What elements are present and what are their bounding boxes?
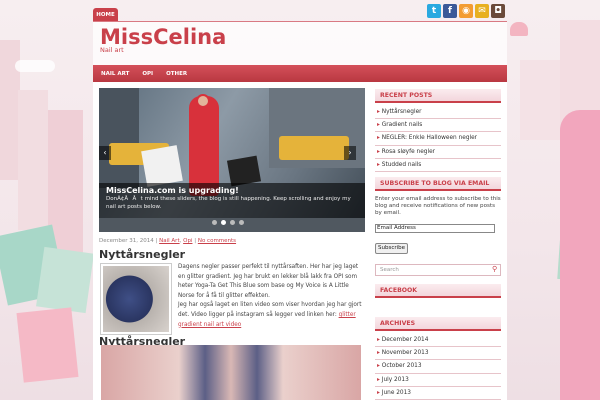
post-image[interactable]: [101, 345, 361, 400]
twitter-icon[interactable]: t: [427, 4, 441, 18]
slider-dot[interactable]: [239, 220, 244, 225]
slider-dot[interactable]: [221, 220, 226, 225]
background-shopping-bag: [16, 307, 79, 383]
camera-icon[interactable]: ◘: [491, 4, 505, 18]
nav-item-opi[interactable]: OPI: [142, 71, 153, 77]
archives-list: December 2014 November 2013 October 2013…: [375, 334, 501, 400]
background-building: [520, 60, 560, 140]
slider-dots: [212, 220, 244, 225]
background-illustration-woman: [560, 110, 600, 400]
slider-caption: MissCelina.com is upgrading! DonÃ¢ÂÂt …: [99, 183, 365, 218]
search-icon[interactable]: ⚲: [492, 265, 497, 273]
search-input[interactable]: Search: [375, 264, 501, 276]
background-heart: [510, 22, 528, 36]
sidebar-heading-archives: ARCHIVES: [375, 317, 501, 331]
nav-item-nail-art[interactable]: NAIL ART: [101, 71, 129, 77]
background-shopping-bag: [36, 246, 94, 314]
post-excerpt: Dagens negler passer perfekt til nyttårs…: [178, 264, 362, 328]
sidebar-heading-recent-posts: RECENT POSTS: [375, 89, 501, 103]
slider-prev-arrow[interactable]: ‹: [99, 146, 111, 160]
slider-next-arrow[interactable]: ›: [344, 146, 356, 160]
slider-caption-title[interactable]: MissCelina.com is upgrading!: [106, 186, 358, 195]
recent-post-link[interactable]: NEGLER: Enkle Halloween negler: [375, 132, 501, 146]
category-link[interactable]: Nail Art: [159, 238, 179, 244]
main-nav: NAIL ART OPI OTHER: [93, 65, 507, 82]
site-tagline: Nail art: [100, 46, 124, 54]
facebook-icon[interactable]: f: [443, 4, 457, 18]
subscribe-description: Enter your email address to subscribe to…: [375, 196, 501, 216]
slide-image-building: [99, 88, 139, 188]
sidebar-heading-subscribe: SUBSCRIBE TO BLOG VIA EMAIL: [375, 177, 501, 191]
slide-image-bag: [226, 155, 262, 187]
archive-link[interactable]: July 2013: [375, 374, 501, 387]
archive-link[interactable]: June 2013: [375, 387, 501, 400]
rss-icon[interactable]: ◉: [459, 4, 473, 18]
recent-posts-list: Nyttårsnegler Gradient nails NEGLER: Enk…: [375, 106, 501, 172]
recent-post-link[interactable]: Rosa sløyfe negler: [375, 146, 501, 159]
subscribe-button[interactable]: Subscribe: [375, 243, 408, 254]
post-title[interactable]: Nyttårsnegler: [99, 248, 185, 261]
slider-dot[interactable]: [212, 220, 217, 225]
slide-image-bag: [141, 145, 183, 187]
post-meta: December 31, 2014 | Nail Art, Opi | No c…: [99, 238, 237, 244]
social-icons: t f ◉ ✉ ◘: [427, 4, 505, 18]
mail-icon[interactable]: ✉: [475, 4, 489, 18]
comments-link[interactable]: No comments: [198, 238, 236, 244]
slide-image-head: [196, 94, 210, 108]
email-field[interactable]: Email Address: [375, 224, 495, 233]
post-date: December 31, 2014: [99, 238, 154, 244]
recent-post-link[interactable]: Nyttårsnegler: [375, 106, 501, 120]
slide-image-woman: [189, 96, 219, 196]
background-building: [18, 90, 48, 230]
nav-home-tab[interactable]: HOME: [93, 8, 118, 22]
archive-link[interactable]: November 2013: [375, 347, 501, 361]
archive-link[interactable]: December 2014: [375, 334, 501, 348]
slider-dot[interactable]: [230, 220, 235, 225]
background-cloud: [15, 60, 55, 72]
post-thumbnail[interactable]: [100, 263, 172, 335]
slide-image-taxi: [279, 136, 349, 160]
archive-link[interactable]: October 2013: [375, 360, 501, 374]
recent-post-link[interactable]: Studded nails: [375, 159, 501, 172]
recent-post-link[interactable]: Gradient nails: [375, 119, 501, 133]
sidebar-heading-facebook: FACEBOOK: [375, 284, 501, 298]
nav-item-other[interactable]: OTHER: [166, 71, 187, 77]
slider-caption-text: DonÃ¢ÂÂt mind these sliders, the blog …: [106, 196, 351, 210]
